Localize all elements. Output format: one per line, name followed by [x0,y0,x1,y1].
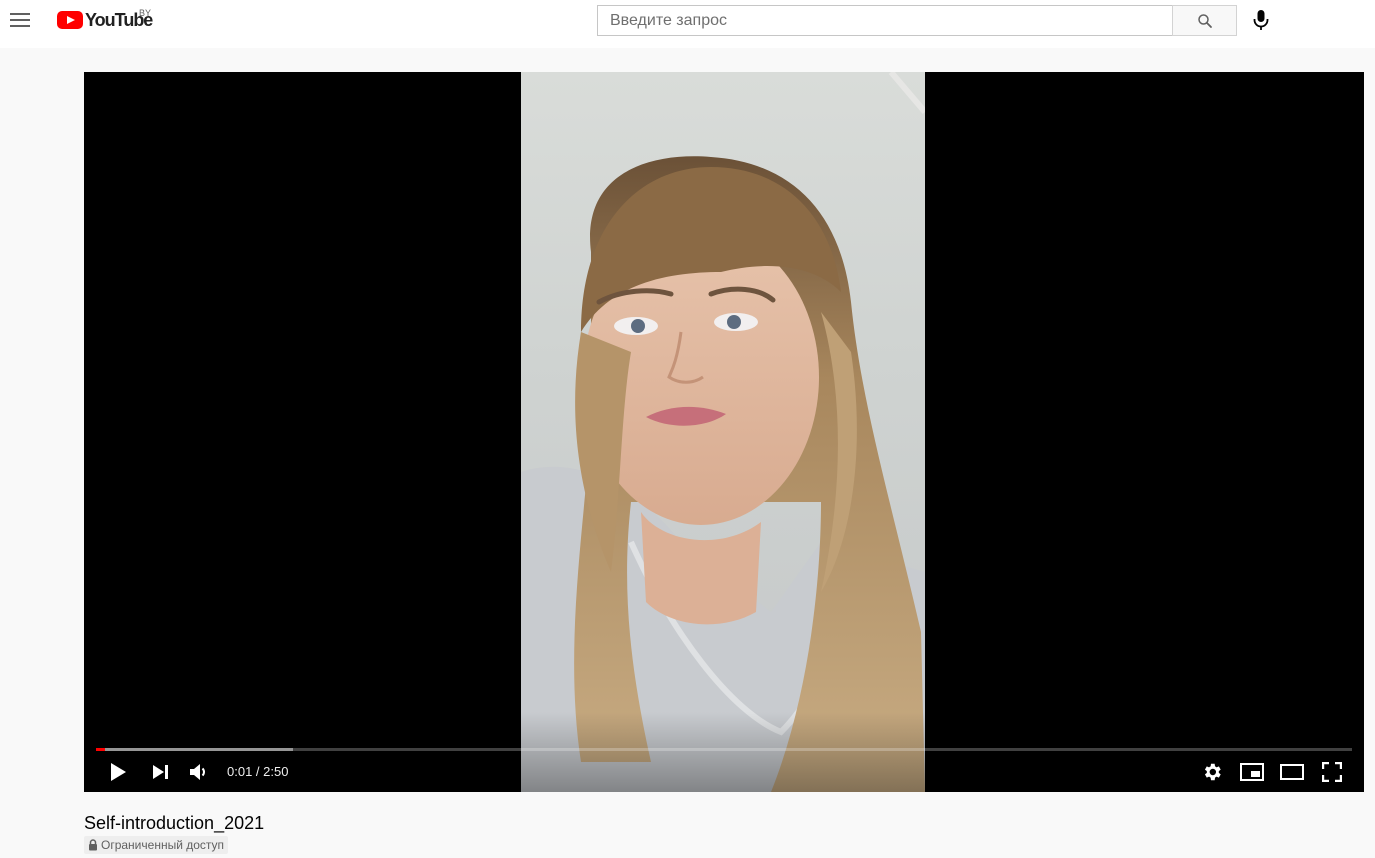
controls-overlay [84,712,1364,792]
privacy-badge-label: Ограниченный доступ [101,838,225,852]
fullscreen-button[interactable] [1314,758,1350,786]
video-frame[interactable] [521,72,925,792]
next-button[interactable] [143,758,179,786]
volume-icon [190,764,205,780]
lock-icon [89,839,97,851]
time-display: 0:01 / 2:50 [227,764,289,779]
play-icon [111,763,126,781]
country-code: BY [139,8,152,18]
miniplayer-button[interactable] [1234,758,1270,786]
menu-icon[interactable] [9,8,33,32]
video-still [521,72,925,792]
youtube-logo-icon [57,11,83,29]
play-button[interactable] [100,758,136,786]
voice-search-button[interactable] [1249,6,1273,34]
video-title: Self-introduction_2021 [84,813,265,833]
miniplayer-icon [1240,763,1264,781]
youtube-logo[interactable]: YouTube BY [57,8,153,30]
volume-button[interactable] [181,758,217,786]
mic-icon [1253,10,1269,30]
video-player[interactable]: 0:01 / 2:50 [84,72,1364,792]
fullscreen-icon [1322,762,1342,782]
settings-button[interactable] [1194,758,1230,786]
next-icon [153,765,168,779]
privacy-badge: Ограниченный доступ [84,836,229,854]
progress-bar[interactable] [96,748,1352,751]
gear-icon [1204,763,1221,781]
progress-loaded [96,748,294,751]
search-icon [1197,13,1212,28]
progress-played [96,748,105,751]
search-input[interactable] [597,5,1173,36]
theater-mode-button[interactable] [1274,758,1310,786]
search-button[interactable] [1172,5,1237,36]
masthead: YouTube BY [0,0,1375,48]
theater-mode-icon [1280,764,1304,780]
